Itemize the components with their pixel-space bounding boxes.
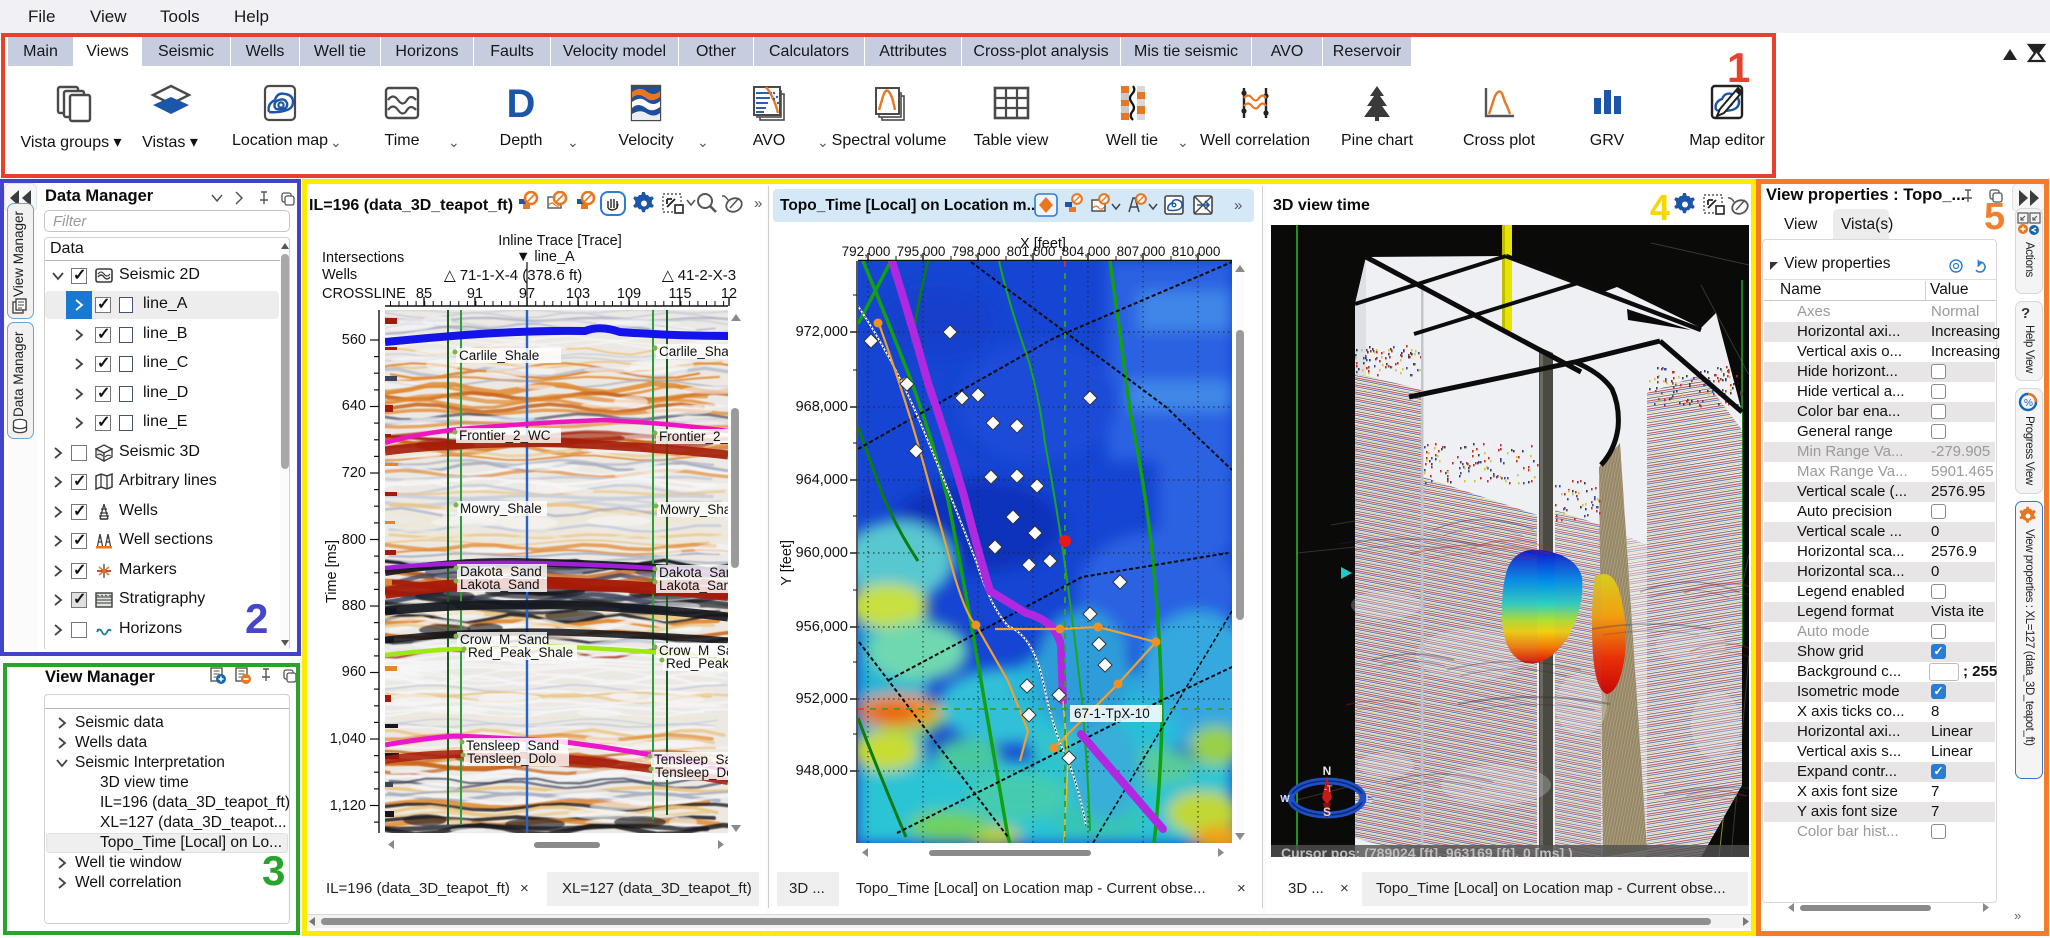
- svg-text:E: E: [1366, 794, 1373, 805]
- svg-text:»: »: [754, 195, 762, 212]
- svg-text:Lakota_San: Lakota_San: [659, 578, 728, 593]
- svg-text:»: »: [1234, 197, 1242, 214]
- svg-text:N: N: [1323, 764, 1332, 778]
- svg-text:Carlile_Shale: Carlile_Shale: [659, 344, 728, 359]
- svg-text:S: S: [1323, 805, 1331, 819]
- svg-text:W: W: [1280, 794, 1290, 805]
- svg-text:%: %: [2024, 398, 2033, 409]
- svg-text:67-1-TpX-10: 67-1-TpX-10: [1074, 706, 1150, 721]
- svg-text:Frontier_2_W: Frontier_2_W: [659, 429, 728, 444]
- svg-text:Carlile_Shale: Carlile_Shale: [459, 348, 539, 363]
- svg-text:Frontier_2_WC: Frontier_2_WC: [459, 428, 551, 443]
- svg-text:Tensleep_Dolo: Tensleep_Dolo: [467, 751, 556, 766]
- svg-text:Red_Peak_Shale: Red_Peak_Shale: [468, 645, 573, 660]
- svg-text:D: D: [507, 82, 536, 125]
- svg-text:Tensleep_Dol: Tensleep_Dol: [655, 765, 728, 780]
- svg-text:Lakota_Sand: Lakota_Sand: [460, 577, 540, 592]
- svg-text:Cursor pos: (789024 [ft], 9631: Cursor pos: (789024 [ft], 963169 [ft], 0…: [1281, 845, 1573, 857]
- svg-text:Mowry_Shale: Mowry_Shale: [460, 501, 542, 516]
- svg-text:-T: -T: [1324, 784, 1333, 794]
- svg-text:Red_Peak_S: Red_Peak_S: [666, 656, 728, 671]
- svg-text:Mowry_Shal: Mowry_Shal: [660, 502, 728, 517]
